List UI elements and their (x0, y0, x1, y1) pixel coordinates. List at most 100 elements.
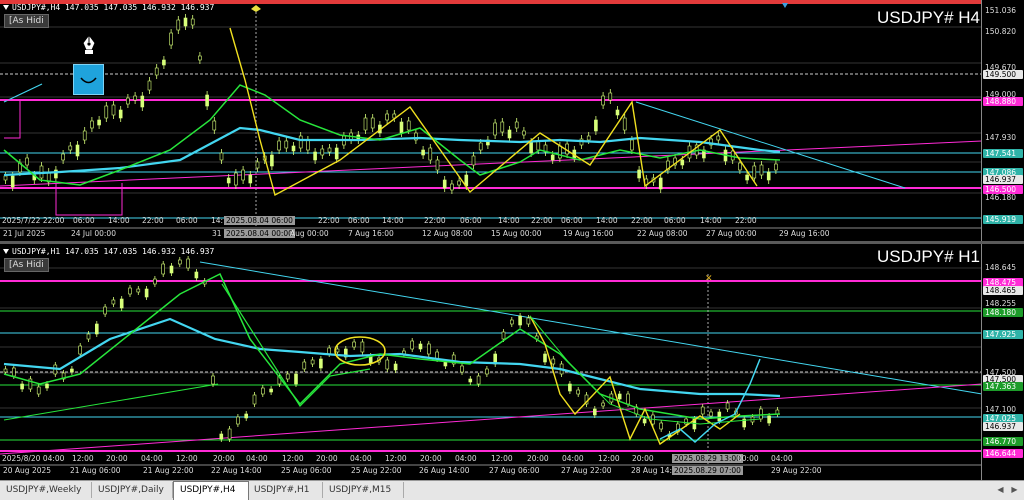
candle (360, 341, 365, 353)
candle (363, 117, 368, 131)
tab-daily[interactable]: USDJPY#,Daily (92, 482, 173, 498)
candle (269, 388, 273, 393)
time-label: 2025.08.04 00:00 (224, 229, 295, 238)
candle (12, 367, 16, 377)
candle (86, 333, 91, 340)
candle (136, 288, 141, 293)
price-label: 146.937 (983, 175, 1023, 184)
ashidi-indicator-label[interactable]: [As Hidi (4, 258, 49, 272)
time-label: 22:00 (735, 216, 757, 225)
candle (594, 119, 598, 132)
time-label: 00:00 (737, 454, 759, 463)
candle (176, 19, 181, 31)
time-label: 12:00 (72, 454, 94, 463)
chart-pane-h1[interactable]: ✕ USDJPY#,H1 147.035 147.035 146.932 146… (0, 244, 1024, 480)
box (4, 99, 21, 139)
chart-menu-icon[interactable] (3, 5, 9, 10)
price-label: 146.180 (985, 193, 1017, 202)
candle (558, 145, 562, 159)
highlight-ellipse (334, 336, 386, 366)
candle (10, 175, 15, 188)
price-label: 146.937 (983, 422, 1023, 431)
time-label: 21 Aug 22:00 (143, 466, 194, 475)
time-label: 06:00 (460, 216, 482, 225)
time-label: 14:00 (108, 216, 130, 225)
time-label: 22 Aug 14:00 (211, 466, 262, 475)
candle (700, 406, 705, 415)
time-label: 14:00 (700, 216, 722, 225)
price-axis[interactable]: 151.036 150.820 149.670 149.500 149.000 148.8… (981, 0, 1024, 241)
price-label: 148.255 (985, 299, 1017, 308)
price-axis[interactable]: 148.645 148.475 148.465 148.255 148.180 147.9… (981, 244, 1024, 480)
candle (385, 113, 389, 121)
candle (617, 393, 622, 400)
candle (118, 109, 123, 119)
candle (680, 159, 685, 166)
chart-plot-h1[interactable]: ✕ (0, 244, 1024, 480)
tab-m15[interactable]: USDJPY#,M15 (323, 482, 404, 498)
candle (111, 299, 116, 305)
candle (252, 394, 257, 405)
candle (428, 147, 433, 161)
candle (61, 153, 65, 161)
time-label: 22:00 (142, 216, 164, 225)
tab-scroll-right-icon[interactable]: ▶ (1010, 484, 1019, 495)
candle (183, 17, 188, 27)
candle (745, 174, 749, 181)
time-label: 04:00 (455, 454, 477, 463)
candle (716, 135, 721, 141)
trendline (3, 383, 219, 421)
candle (161, 263, 165, 275)
time-label: 04:00 (246, 454, 268, 463)
time-label: 25 Aug 06:00 (281, 466, 332, 475)
time-label: 20:00 (106, 454, 128, 463)
candle (457, 180, 461, 186)
price-label: 146.644 (983, 449, 1023, 458)
candle (752, 165, 757, 179)
tab-h1[interactable]: USDJPY#,H1 (248, 482, 323, 498)
candle (70, 368, 74, 373)
candle (443, 361, 448, 367)
chart-pane-h4[interactable]: USDJPY#,H4 147.035 147.035 146.932 146.9… (0, 0, 1024, 241)
time-label: 2025/7/22 22:00 (2, 216, 65, 225)
tab-weekly[interactable]: USDJPY#,Weekly (0, 482, 92, 498)
time-label: 12:00 (282, 454, 304, 463)
time-label: 2025.08.29 13:00 (672, 454, 743, 463)
candle (642, 418, 647, 424)
time-label: 29 Aug 16:00 (779, 229, 830, 238)
candle (212, 120, 217, 131)
price-label: 147.541 (983, 149, 1023, 158)
time-label: 22:00 (318, 216, 340, 225)
candle (442, 179, 447, 189)
tab-h4[interactable]: USDJPY#,H4 (173, 481, 249, 500)
chart-header: USDJPY#,H4 147.035 147.035 146.932 146.9… (3, 3, 214, 12)
candle (78, 345, 82, 355)
candle (82, 130, 87, 141)
symbol-timeframe-label: USDJPY# H4 (877, 8, 980, 27)
candle (244, 413, 248, 419)
candle (211, 375, 215, 385)
candle (500, 121, 505, 133)
candle (550, 154, 555, 161)
candle (509, 319, 514, 325)
chart-header: USDJPY#,H1 147.035 147.035 146.932 146.9… (3, 247, 214, 256)
chart-plot-h4[interactable] (0, 0, 1024, 241)
candle (169, 265, 174, 274)
candle (219, 152, 224, 161)
tab-scroll-left-icon[interactable]: ◀ (996, 484, 1005, 495)
candle (630, 139, 634, 151)
time-label: 2025/8/20 04:00 (2, 454, 65, 463)
candle (725, 402, 730, 410)
candle (759, 164, 764, 176)
time-label: 14:00 (498, 216, 520, 225)
time-label: 12 Aug 08:00 (422, 229, 473, 238)
candle (241, 169, 245, 181)
ashidi-indicator-label[interactable]: [As Hidi (4, 14, 49, 28)
time-label: 26 Aug 14:00 (419, 466, 470, 475)
candle (709, 411, 713, 417)
time-label: 14:00 (382, 216, 404, 225)
time-label: 20:00 (420, 454, 442, 463)
candle (501, 331, 506, 340)
chart-menu-icon[interactable] (3, 249, 9, 254)
candle (592, 408, 597, 416)
